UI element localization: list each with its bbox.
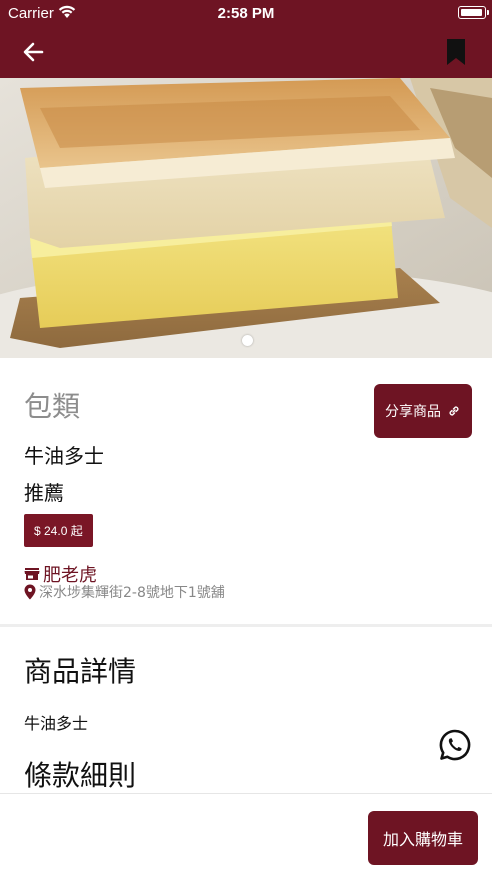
- shop-address: 深水埗集輝街2-8號地下1號舖: [39, 585, 225, 601]
- status-bar: Carrier 2:58 PM: [0, 0, 492, 28]
- price-badge: $ 24.0 起: [24, 514, 93, 547]
- product-name: 牛油多士: [24, 444, 104, 468]
- share-product-button[interactable]: 分享商品: [374, 384, 472, 438]
- whatsapp-button[interactable]: [438, 728, 472, 762]
- store-icon: [24, 568, 40, 580]
- top-bar: Carrier 2:58 PM: [0, 0, 492, 78]
- product-category: 包類: [24, 390, 81, 423]
- clock: 2:58 PM: [217, 5, 275, 22]
- battery-icon: [458, 6, 489, 19]
- add-to-cart-button[interactable]: 加入購物車: [368, 811, 478, 865]
- map-pin-icon: [24, 584, 36, 600]
- product-image: [0, 78, 492, 358]
- section-divider: [0, 624, 492, 627]
- shop-address-row: 深水埗集輝街2-8號地下1號舖: [24, 582, 225, 602]
- whatsapp-icon: [439, 729, 471, 761]
- bookmark-icon: [447, 39, 465, 65]
- recommend-tag: 推薦: [24, 481, 64, 505]
- link-icon: [449, 406, 459, 416]
- bookmark-button[interactable]: [446, 38, 466, 66]
- arrow-left-icon: [23, 42, 44, 62]
- details-text: 牛油多士: [24, 714, 89, 733]
- back-button[interactable]: [20, 38, 48, 66]
- share-button-label: 分享商品: [385, 404, 441, 420]
- terms-heading: 條款細則: [24, 759, 137, 792]
- carousel-page-indicator[interactable]: [242, 335, 253, 346]
- details-heading: 商品詳情: [24, 655, 137, 688]
- product-image-carousel[interactable]: [0, 78, 492, 358]
